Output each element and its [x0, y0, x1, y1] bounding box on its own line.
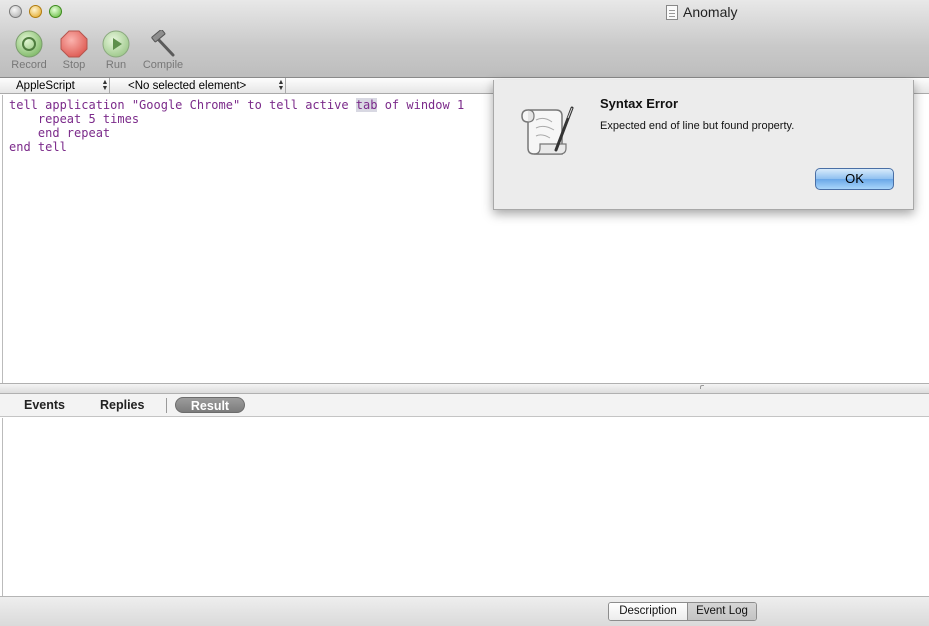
minimize-window-button[interactable] [29, 5, 42, 18]
script-editor-icon [521, 106, 574, 155]
hammer-icon [151, 30, 175, 57]
stop-label: Stop [62, 59, 86, 71]
run-label: Run [105, 59, 127, 71]
zoom-window-button[interactable] [49, 5, 62, 18]
result-pane[interactable] [2, 418, 929, 596]
dialog-title: Syntax Error [600, 96, 679, 111]
view-toggle: Description Event Log [608, 602, 757, 621]
stop-button[interactable]: Stop [51, 30, 97, 71]
run-button[interactable]: Run [93, 30, 139, 71]
error-highlight: tab [355, 98, 378, 112]
syntax-error-dialog: Syntax Error Expected end of line but fo… [493, 80, 914, 210]
tab-divider [166, 398, 167, 413]
record-button[interactable]: Record [6, 30, 52, 71]
code-text: of window 1 [377, 98, 465, 112]
result-tab-bar: Events Replies Result [0, 394, 929, 417]
splitter-grip-icon[interactable] [700, 385, 704, 389]
language-popup[interactable]: AppleScript ▲ ▼ [2, 78, 110, 93]
record-label: Record [11, 59, 47, 71]
popup-arrows-icon: ▲ ▼ [277, 78, 285, 92]
element-popup-value: <No selected element> [128, 79, 247, 92]
tab-result[interactable]: Result [175, 397, 245, 413]
tab-replies[interactable]: Replies [100, 398, 144, 412]
code-text: tell application "Google Chrome" to tell… [9, 98, 356, 112]
popup-arrows-icon: ▲ ▼ [101, 78, 109, 92]
window-title-text: Anomaly [683, 4, 738, 20]
close-window-button[interactable] [9, 5, 22, 18]
record-icon [15, 30, 43, 58]
compile-button[interactable]: Compile [140, 30, 186, 71]
description-button[interactable]: Description [609, 603, 687, 620]
stop-icon [60, 30, 88, 58]
ok-button[interactable]: OK [815, 168, 894, 190]
run-icon [102, 30, 130, 58]
title-bar: Anomaly Record Stop Run Compile [0, 0, 929, 78]
element-popup[interactable]: <No selected element> ▲ ▼ [112, 78, 286, 93]
compile-label: Compile [142, 59, 184, 71]
dialog-message: Expected end of line but found property. [600, 120, 795, 132]
pane-splitter[interactable] [0, 383, 929, 394]
language-popup-value: AppleScript [16, 79, 75, 92]
bottom-bar: Description Event Log [0, 596, 929, 626]
tab-events[interactable]: Events [24, 398, 65, 412]
event-log-button[interactable]: Event Log [687, 603, 756, 620]
window-title: Anomaly [666, 3, 737, 21]
document-icon[interactable] [666, 4, 678, 20]
